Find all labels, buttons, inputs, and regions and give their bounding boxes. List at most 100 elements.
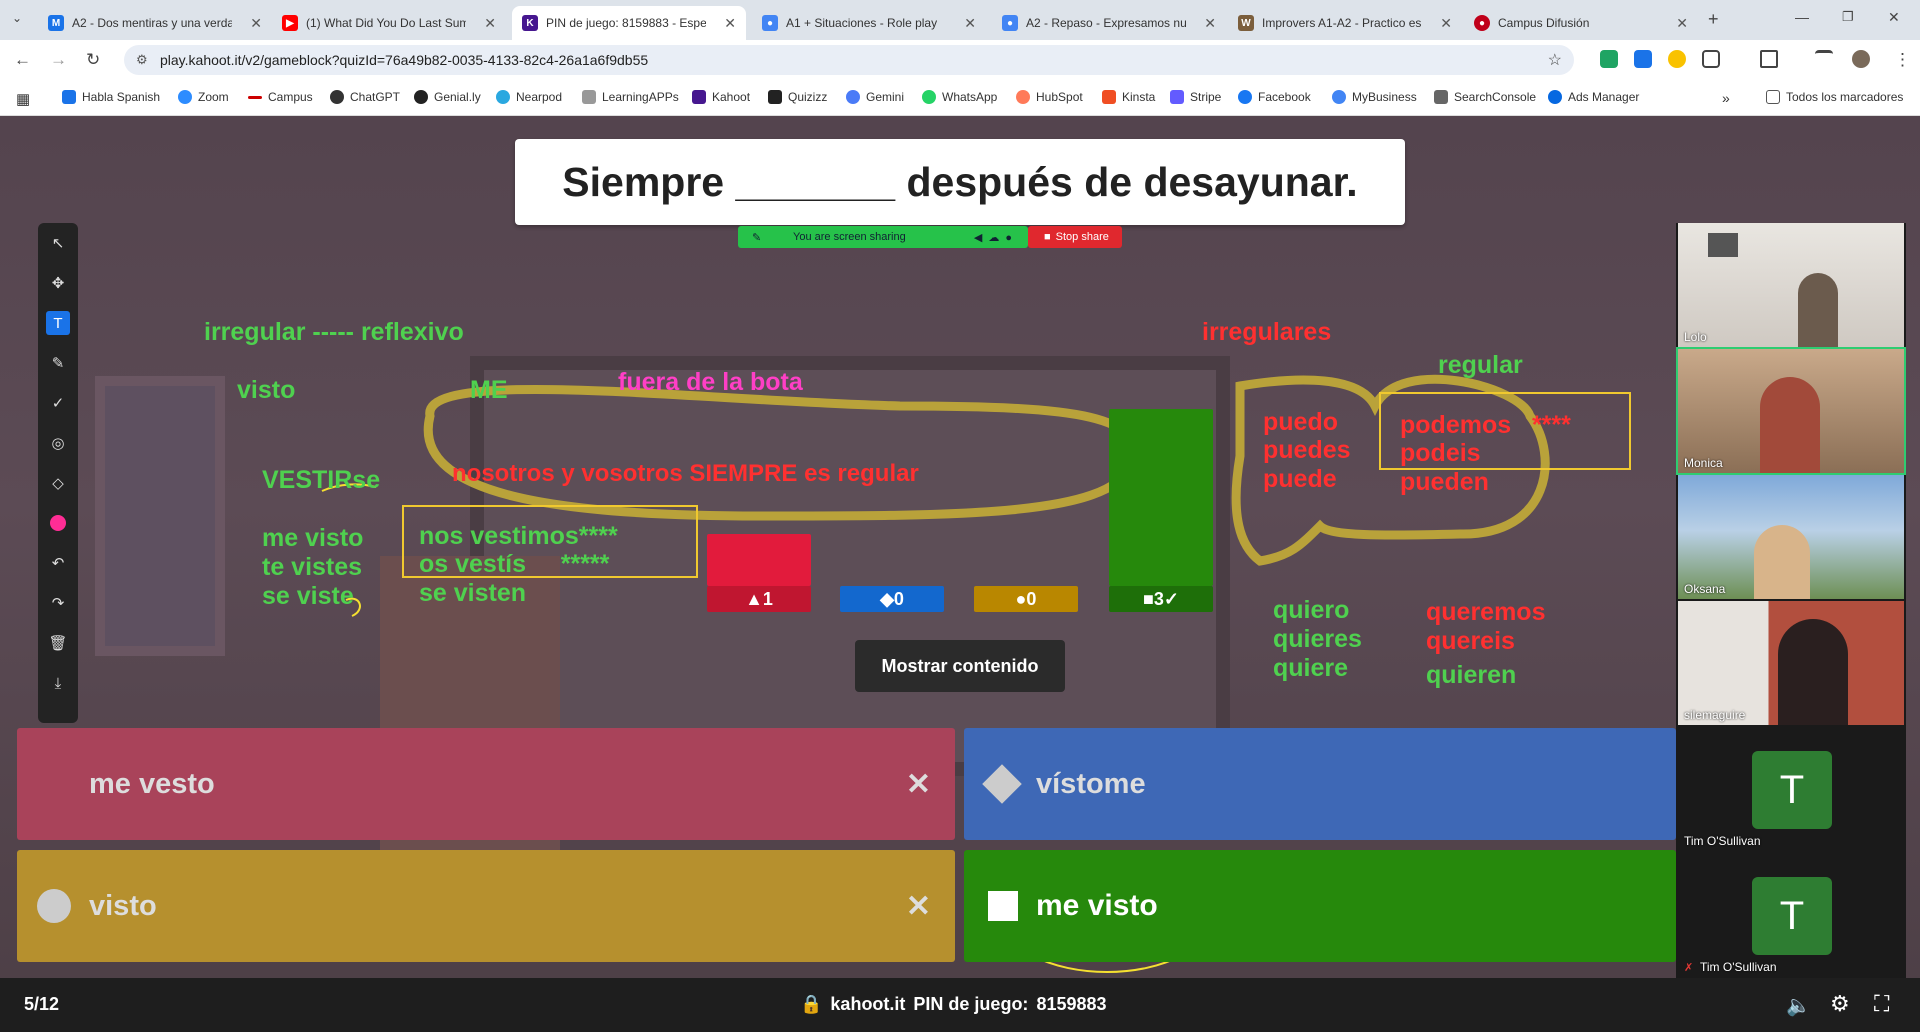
diamond-icon: ◆ (880, 588, 894, 609)
answer-diamond[interactable]: vístome (964, 728, 1676, 840)
close-icon[interactable]: ✕ (250, 15, 262, 32)
participant-name: Oksana (1684, 582, 1726, 596)
bookmark-label: Facebook (1258, 90, 1311, 104)
annotation-text: podeis (1400, 439, 1481, 467)
zoom-icon (178, 90, 192, 104)
tab-title: Improvers A1-A2 - Practico esp (1262, 16, 1422, 30)
bookmark[interactable]: Zoom (178, 90, 229, 104)
answer-triangle[interactable]: me vesto ✕ (17, 728, 955, 840)
gemini-icon (846, 90, 860, 104)
tab-6[interactable]: W Improvers A1-A2 - Practico esp ✕ (1228, 6, 1462, 40)
answer-label: visto (89, 889, 157, 922)
bookmark[interactable]: WhatsApp (922, 90, 997, 104)
google-icon (1332, 90, 1346, 104)
apps-icon[interactable]: ▦ (16, 90, 30, 108)
bookmark[interactable]: Kinsta (1102, 90, 1155, 104)
wolf-icon: W (1238, 15, 1254, 31)
answer-circle[interactable]: visto ✕ (17, 850, 955, 962)
bookmark-label: Kinsta (1122, 90, 1156, 104)
extension-icon[interactable] (1668, 50, 1686, 68)
puzzle-icon[interactable] (1702, 50, 1720, 68)
chatgpt-icon (330, 90, 344, 104)
circle-icon (37, 889, 71, 923)
bookmark[interactable]: SearchConsole (1434, 90, 1536, 104)
bookmark[interactable]: Nearpod (496, 90, 562, 104)
video-participants-panel: Lolo Monica Oksana silemaguire T Tim O'S… (1676, 223, 1906, 978)
participant-tile[interactable]: Oksana (1678, 475, 1904, 599)
kahoot-stage: Siempre _______ después de desayunar. ✎ … (0, 116, 1920, 978)
settings-icon[interactable]: ⚙ (1830, 991, 1850, 1017)
bookmark[interactable]: Quizizz (768, 90, 827, 104)
stripe-icon (1170, 90, 1184, 104)
participant-tile[interactable]: T Tim O'Sullivan (1678, 727, 1904, 851)
minimize-icon[interactable]: — (1795, 9, 1809, 25)
menu-icon[interactable]: ⋮ (1894, 50, 1911, 70)
bookmark[interactable]: LearningAPPs (582, 90, 679, 104)
tab-title: A2 - Dos mentiras y una verdad (72, 16, 232, 30)
site-info-icon[interactable]: ⚙ (136, 52, 148, 68)
tab-1[interactable]: M A2 - Dos mentiras y una verdad ✕ (38, 6, 272, 40)
show-content-button[interactable]: Mostrar contenido (855, 640, 1065, 692)
star-icon[interactable]: ☆ (1548, 50, 1562, 70)
more-bookmarks-icon[interactable]: » (1722, 90, 1730, 106)
restore-icon[interactable]: ❐ (1842, 9, 1854, 25)
extension-icon[interactable] (1634, 50, 1652, 68)
close-icon[interactable]: ✕ (1204, 15, 1216, 32)
answer-square-correct[interactable]: me visto (964, 850, 1676, 962)
bookmark[interactable]: ChatGPT (330, 90, 400, 104)
close-icon[interactable]: ✕ (964, 15, 976, 32)
tab-3-active[interactable]: K PIN de juego: 8159883 - Espera ✕ (512, 6, 746, 40)
annotation-text: regular (1438, 351, 1523, 379)
bookmark[interactable]: Facebook (1238, 90, 1311, 104)
kahoot-icon (692, 90, 706, 104)
close-icon[interactable]: ✕ (1676, 15, 1688, 32)
url-field[interactable]: ⚙ play.kahoot.it/v2/gameblock?quizId=76a… (124, 45, 1574, 75)
bookmark[interactable]: Habla Spanish (62, 90, 160, 104)
bookmark[interactable]: Kahoot (692, 90, 750, 104)
tab-7[interactable]: ● Campus Difusión ✕ (1464, 6, 1698, 40)
bookmark-label: WhatsApp (942, 90, 998, 104)
wrong-icon: ✕ (905, 767, 931, 801)
participant-tile[interactable]: T Tim O'Sullivan ✗ (1678, 853, 1904, 977)
lock-icon: 🔒 (800, 994, 823, 1014)
close-icon[interactable]: ✕ (1440, 15, 1452, 32)
bookmark[interactable]: Gemini (846, 90, 904, 104)
profile-avatar[interactable] (1852, 50, 1870, 68)
back-icon[interactable]: ← (14, 50, 31, 70)
participant-tile[interactable]: Monica (1676, 347, 1906, 475)
highlight-loop (423, 384, 1138, 521)
tab-search-icon[interactable]: ⌄ (12, 11, 22, 25)
participant-tile[interactable]: silemaguire (1678, 601, 1904, 725)
answer-label: vístome (1036, 767, 1146, 800)
fullscreen-icon[interactable]: ⛶ (1874, 991, 1889, 1017)
annotation-text: VESTIRse (262, 466, 381, 494)
bookmark[interactable]: Genial.ly (414, 90, 481, 104)
bookmark[interactable]: Stripe (1170, 90, 1221, 104)
all-bookmarks[interactable]: Todos los marcadores (1766, 90, 1903, 104)
participant-tile[interactable]: Lolo (1678, 223, 1904, 347)
forward-icon[interactable]: → (50, 50, 67, 70)
drive-icon[interactable] (1600, 50, 1618, 68)
trash-icon[interactable] (1760, 50, 1778, 68)
volume-icon[interactable]: 🔈 (1786, 993, 1811, 1018)
close-icon[interactable]: ✕ (724, 15, 736, 32)
close-window-icon[interactable]: ✕ (1888, 9, 1900, 26)
annotation-text: ME (470, 376, 508, 404)
annotation-text: quieren (1426, 661, 1517, 689)
close-icon[interactable]: ✕ (484, 15, 496, 32)
new-tab-icon[interactable]: + (1708, 9, 1719, 30)
bookmark-label: Kahoot (712, 90, 751, 104)
media-icon[interactable] (1815, 50, 1833, 68)
tab-title: A2 - Repaso - Expresamos nues (1026, 16, 1186, 30)
annotation-text: puede (1263, 465, 1337, 493)
bookmark[interactable]: Ads Manager (1548, 90, 1639, 104)
tab-5[interactable]: ● A2 - Repaso - Expresamos nues ✕ (992, 6, 1226, 40)
reload-icon[interactable]: ↻ (86, 50, 100, 70)
bookmark[interactable]: Campus (248, 90, 313, 104)
tab-title: Campus Difusión (1498, 16, 1590, 30)
bookmark[interactable]: HubSpot (1016, 90, 1083, 104)
tab-4[interactable]: ● A1 + Situaciones - Role play ✕ (752, 6, 986, 40)
bookmark[interactable]: MyBusiness (1332, 90, 1417, 104)
tab-2[interactable]: ▶ (1) What Did You Do Last Summ ✕ (272, 6, 506, 40)
nearpod-icon (496, 90, 510, 104)
